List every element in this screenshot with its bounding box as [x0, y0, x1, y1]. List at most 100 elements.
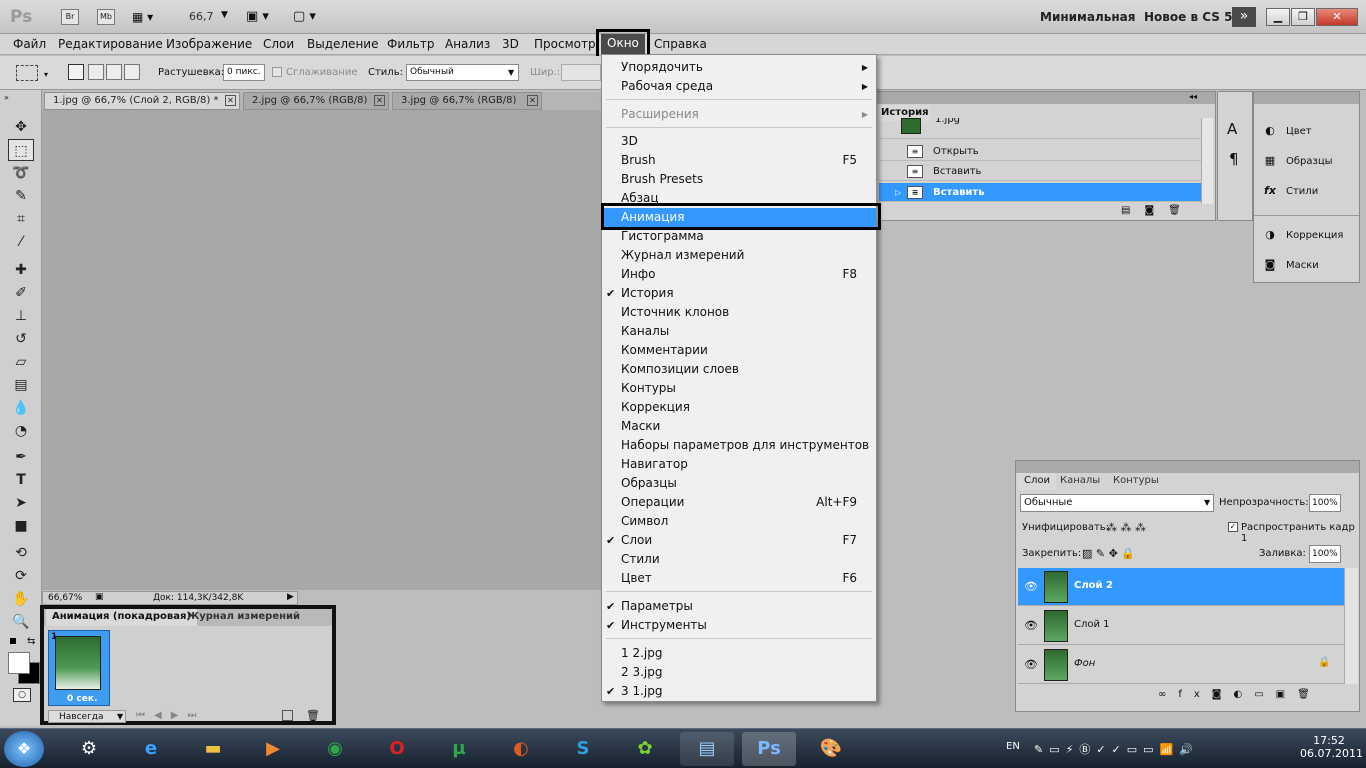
menu-item-swatches[interactable]: Образцы: [602, 474, 876, 493]
zoom-dropdown-icon[interactable]: ▼: [221, 10, 228, 20]
menu-item-tool-presets[interactable]: Наборы параметров для инструментов: [602, 436, 876, 455]
menu-item-brush[interactable]: Brush F5: [602, 151, 876, 170]
menu-file[interactable]: Файл: [13, 37, 46, 51]
pen-tool-icon[interactable]: ✒: [8, 446, 34, 468]
workspace-minimal[interactable]: Минимальная: [1040, 10, 1135, 24]
tab-doc-3[interactable]: 3.jpg @ 66,7% (RGB/8) ✕: [392, 92, 542, 110]
clock[interactable]: 17:52 06.07.2011: [1300, 734, 1363, 760]
tray-icons[interactable]: ✎▭⚡Ⓑ✓✓▭▭📶🔊: [1034, 741, 1199, 757]
lock-icons[interactable]: ▨ ✎ ✥ 🔒: [1082, 547, 1135, 560]
layer-row-layer2[interactable]: 👁 Слой 2: [1018, 568, 1344, 606]
close-icon[interactable]: ✕: [527, 95, 538, 106]
menu-view[interactable]: Просмотр: [534, 37, 596, 51]
blend-mode-select[interactable]: Обычные: [1020, 494, 1214, 512]
menu-layers[interactable]: Слои: [263, 37, 294, 51]
add-selection-icon[interactable]: [88, 64, 104, 80]
duplicate-frame-icon[interactable]: [282, 710, 293, 721]
dock-color[interactable]: ◐ Цвет: [1262, 121, 1311, 143]
layers-scrollbar[interactable]: [1344, 568, 1358, 684]
menu-item-layers[interactable]: ✔ Слои F7: [602, 531, 876, 550]
screen-mode-icon[interactable]: ▢ ▾: [293, 9, 316, 24]
menu-item-styles[interactable]: Стили: [602, 550, 876, 569]
menu-edit[interactable]: Редактирование: [58, 37, 163, 51]
tab-doc-2[interactable]: 2.jpg @ 66,7% (RGB/8) ✕: [243, 92, 389, 110]
layer-name[interactable]: Слой 2: [1074, 580, 1113, 591]
trash-icon[interactable]: 🗑: [306, 709, 320, 722]
more-workspaces-button[interactable]: »: [1232, 7, 1256, 27]
menu-item-info[interactable]: Инфо F8: [602, 265, 876, 284]
menu-select[interactable]: Выделение: [307, 37, 378, 51]
width-input[interactable]: [561, 64, 601, 81]
close-button[interactable]: ✕: [1316, 8, 1358, 26]
menu-item-recent-3[interactable]: ✔ 3 1.jpg: [602, 682, 876, 701]
quick-mask-icon[interactable]: ○: [13, 688, 31, 702]
tab-paths[interactable]: Контуры: [1113, 473, 1159, 489]
tab-animation[interactable]: Анимация (покадровая): [46, 609, 197, 626]
animation-frame-1[interactable]: 1 0 сек.: [48, 630, 110, 706]
foreground-color-swatch[interactable]: [8, 652, 30, 674]
chevron-down-icon[interactable]: ▼: [508, 68, 514, 77]
default-colors-icon[interactable]: [10, 638, 16, 644]
mini-bridge-button[interactable]: Mb: [97, 9, 115, 25]
photoshop-taskbar-icon[interactable]: Ps: [742, 732, 796, 766]
menu-item-character[interactable]: Символ: [602, 512, 876, 531]
shape-tool-icon[interactable]: ■: [8, 515, 34, 537]
ccleaner-icon[interactable]: ◐: [494, 732, 548, 766]
menu-item-paragraph[interactable]: Абзац: [602, 189, 876, 208]
layer-name[interactable]: Фон: [1074, 658, 1095, 669]
layer-row-background[interactable]: 👁 Фон 🔒: [1018, 646, 1344, 684]
menu-item-color[interactable]: Цвет F6: [602, 569, 876, 588]
eye-icon[interactable]: 👁: [1024, 619, 1038, 632]
menu-help[interactable]: Справка: [654, 37, 707, 51]
menu-item-adjustments[interactable]: Коррекция: [602, 398, 876, 417]
menu-item-measurement-log[interactable]: Журнал измерений: [602, 246, 876, 265]
maximize-button[interactable]: ❐: [1291, 8, 1315, 26]
preset-dropdown-icon[interactable]: ▾: [44, 70, 48, 79]
menu-item-histogram[interactable]: Гистограмма: [602, 227, 876, 246]
healing-brush-tool-icon[interactable]: ✚: [8, 259, 34, 281]
dock-adjustments[interactable]: ◑ Коррекция: [1262, 225, 1343, 247]
history-brush-tool-icon[interactable]: ↺: [8, 328, 34, 350]
lasso-tool-icon[interactable]: ➰: [8, 162, 34, 184]
layer-name[interactable]: Слой 1: [1074, 619, 1110, 630]
eye-icon[interactable]: 👁: [1024, 580, 1038, 593]
menu-item-options[interactable]: ✔ Параметры: [602, 597, 876, 616]
unify-icons[interactable]: ⁂ ⁂ ⁂: [1106, 521, 1146, 534]
icq-icon[interactable]: ✿: [618, 732, 672, 766]
dock-masks[interactable]: ◙ Маски: [1262, 255, 1319, 277]
paint-icon[interactable]: 🎨: [804, 732, 858, 766]
crop-tool-icon[interactable]: ⌗: [8, 208, 34, 230]
explorer-folder-icon[interactable]: ▬: [186, 732, 240, 766]
menu-item-masks[interactable]: Маски: [602, 417, 876, 436]
antialias-checkbox[interactable]: [272, 67, 282, 77]
tab-doc-1[interactable]: 1.jpg @ 66,7% (Слой 2, RGB/8) * ✕: [44, 92, 240, 110]
start-button[interactable]: ❖: [4, 731, 44, 767]
tab-layers[interactable]: Слои: [1018, 473, 1056, 490]
marquee-tool-preset-icon[interactable]: [16, 65, 38, 81]
subtract-selection-icon[interactable]: [106, 64, 122, 80]
menu-item-history[interactable]: ✔ История: [602, 284, 876, 303]
view-extras-icon[interactable]: ▦ ▾: [132, 10, 153, 24]
type-tool-icon[interactable]: T: [8, 469, 34, 491]
workspace-new-cs5[interactable]: Новое в CS 5: [1144, 10, 1232, 24]
arrange-documents-icon[interactable]: ▣ ▾: [246, 9, 269, 24]
menu-item-actions[interactable]: Операции Alt+F9: [602, 493, 876, 512]
zoom-tool-icon[interactable]: 🔍: [8, 611, 34, 633]
status-menu-arrow-icon[interactable]: ▶: [287, 592, 294, 602]
history-footer-icons[interactable]: ▤◙🗑: [1121, 205, 1195, 216]
zoom-level[interactable]: 66,7: [189, 10, 214, 23]
clone-stamp-tool-icon[interactable]: ⊥: [8, 305, 34, 327]
menu-item-workspace[interactable]: Рабочая среда ▶: [602, 77, 876, 96]
style-select[interactable]: Обычный: [406, 64, 519, 81]
language-indicator[interactable]: EN: [1006, 741, 1020, 752]
feather-input[interactable]: 0 пикс.: [223, 64, 265, 81]
media-player-icon[interactable]: ▶: [246, 732, 300, 766]
loop-select[interactable]: Навсегда: [48, 710, 126, 723]
bridge-button[interactable]: Br: [61, 9, 79, 25]
minimize-button[interactable]: ▁: [1266, 8, 1290, 26]
chevron-down-icon[interactable]: ▼: [1204, 498, 1210, 507]
history-row-paste-current[interactable]: ▷ ≡ Вставить: [879, 183, 1201, 202]
layer-row-layer1[interactable]: 👁 Слой 1: [1018, 607, 1344, 645]
history-row-paste[interactable]: ≡ Вставить: [879, 162, 1201, 181]
3d-orbit-tool-icon[interactable]: ⟳: [8, 565, 34, 587]
